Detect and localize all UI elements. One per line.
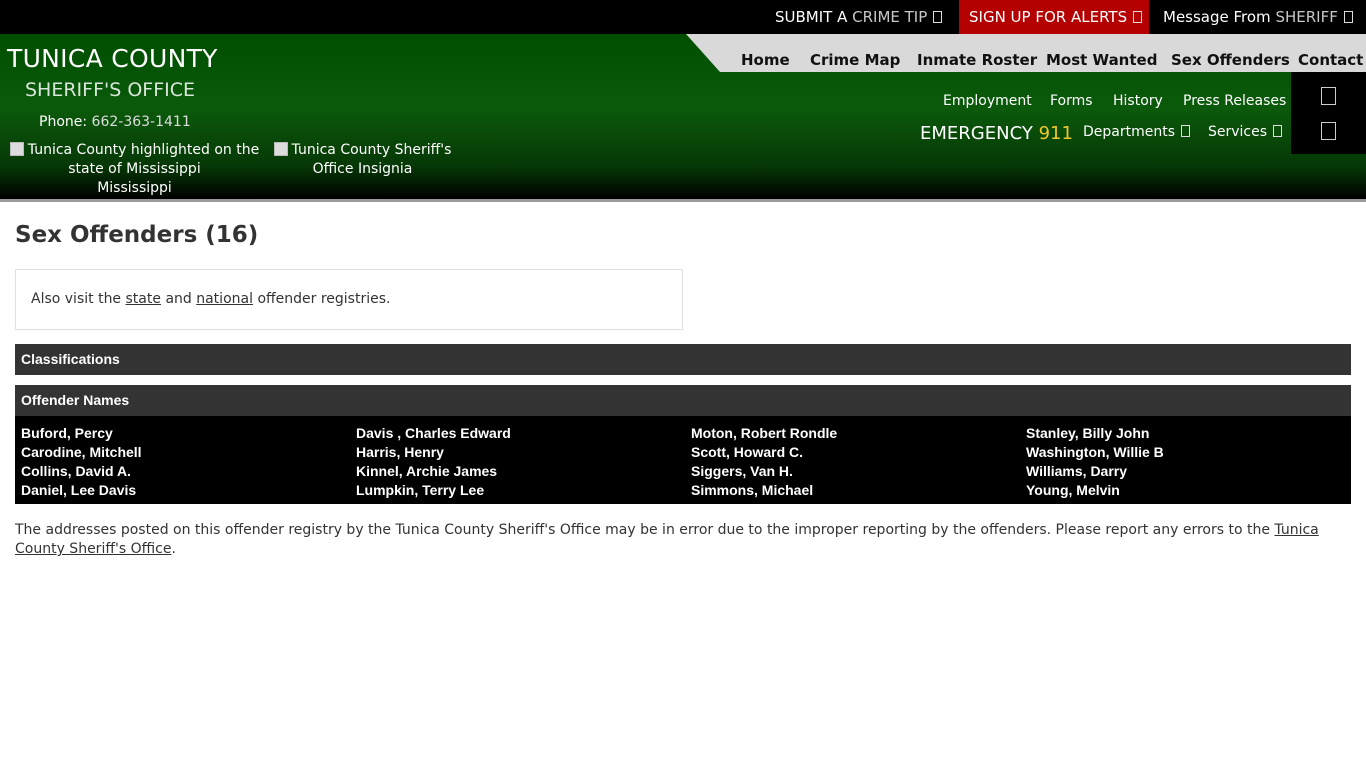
chevron-down-icon — [1181, 125, 1191, 137]
visit-text-and: and — [165, 291, 192, 307]
names-column: Stanley, Billy John Washington, Willie B… — [1026, 424, 1164, 500]
visit-text-post: offender registries. — [257, 291, 391, 307]
phone-number-link[interactable]: 662-363-1411 — [92, 114, 191, 130]
alerts-label: SIGN UP FOR ALERTS — [969, 8, 1128, 26]
chevron-down-icon — [1343, 11, 1353, 23]
nav-inmate-roster[interactable]: Inmate Roster — [917, 51, 1037, 69]
emergency-label: EMERGENCY — [920, 123, 1033, 144]
nav-contact[interactable]: Contact — [1298, 51, 1363, 69]
classifications-header[interactable]: Classifications — [15, 344, 1351, 375]
site-subtitle[interactable]: SHERIFF'S OFFICE — [25, 79, 195, 101]
departments-label: Departments — [1083, 124, 1176, 140]
offender-names-header: Offender Names — [15, 385, 1351, 416]
offender-link[interactable]: Buford, Percy — [21, 424, 142, 443]
offender-names-list: Buford, Percy Carodine, Mitchell Collins… — [15, 416, 1351, 504]
offender-link[interactable]: Daniel, Lee Davis — [21, 481, 142, 500]
state-map-image: Tunica County highlighted on the state o… — [7, 141, 262, 198]
offender-link[interactable]: Siggers, Van H. — [691, 462, 837, 481]
social-icon[interactable] — [1321, 87, 1336, 105]
subnav-press-releases[interactable]: Press Releases — [1183, 93, 1286, 109]
phone-label: Phone: — [39, 114, 88, 130]
nav-sex-offenders[interactable]: Sex Offenders — [1171, 51, 1290, 69]
names-column: Moton, Robert Rondle Scott, Howard C. Si… — [691, 424, 837, 500]
registry-notice-box: Also visit the state and national offend… — [15, 269, 683, 330]
offender-link[interactable]: Kinnel, Archie James — [356, 462, 511, 481]
offender-link[interactable]: Young, Melvin — [1026, 481, 1164, 500]
site-title[interactable]: TUNICA COUNTY — [7, 44, 218, 73]
phone-info: Phone: 662-363-1411 — [39, 114, 191, 130]
emergency-number[interactable]: EMERGENCY 911 — [920, 123, 1073, 144]
state-map-alt: Tunica County highlighted on the state o… — [27, 142, 260, 177]
offender-link[interactable]: Carodine, Mitchell — [21, 443, 142, 462]
page-title: Sex Offenders (16) — [15, 222, 259, 248]
visit-text-pre: Also visit the — [31, 291, 122, 307]
chevron-down-icon — [933, 11, 943, 23]
nav-crime-map[interactable]: Crime Map — [810, 51, 900, 69]
national-registry-link[interactable]: national — [196, 291, 253, 307]
subnav-history[interactable]: History — [1113, 93, 1163, 109]
submit-label: SUBMIT A — [775, 8, 848, 26]
state-registry-link[interactable]: state — [126, 291, 161, 307]
submit-crime-tip-link[interactable]: SUBMIT A CRIME TIP — [775, 0, 943, 34]
social-icon[interactable] — [1321, 122, 1336, 140]
message-label: Message From — [1163, 8, 1271, 26]
sign-up-alerts-link[interactable]: SIGN UP FOR ALERTS — [959, 0, 1149, 34]
social-button-panel — [1291, 72, 1366, 154]
nav-most-wanted[interactable]: Most Wanted — [1046, 51, 1157, 69]
subnav-employment[interactable]: Employment — [943, 93, 1032, 109]
top-utility-bar: SUBMIT A CRIME TIP SIGN UP FOR ALERTS Me… — [0, 0, 1366, 34]
names-column: Davis , Charles Edward Harris, Henry Kin… — [356, 424, 511, 500]
offender-link[interactable]: Lumpkin, Terry Lee — [356, 481, 511, 500]
emergency-911: 911 — [1038, 123, 1073, 144]
chevron-down-icon — [1133, 11, 1143, 23]
header-divider — [0, 199, 1366, 202]
chevron-down-icon — [1273, 125, 1283, 137]
disclaimer-text: The addresses posted on this offender re… — [15, 521, 1351, 559]
offender-link[interactable]: Moton, Robert Rondle — [691, 424, 837, 443]
insignia-image: Tunica County Sheriff's Office Insignia — [270, 141, 455, 179]
offender-link[interactable]: Stanley, Billy John — [1026, 424, 1164, 443]
offender-link[interactable]: Scott, Howard C. — [691, 443, 837, 462]
sheriff-label: SHERIFF — [1275, 8, 1338, 26]
offender-link[interactable]: Collins, David A. — [21, 462, 142, 481]
disclaimer-body: The addresses posted on this offender re… — [15, 522, 1270, 538]
services-label: Services — [1208, 124, 1268, 140]
subnav-services[interactable]: Services — [1208, 124, 1283, 140]
disclaimer-end: . — [171, 541, 176, 557]
offender-link[interactable]: Washington, Willie B — [1026, 443, 1164, 462]
offender-link[interactable]: Simmons, Michael — [691, 481, 837, 500]
message-from-sheriff-link[interactable]: Message From SHERIFF — [1163, 0, 1353, 34]
subnav-departments[interactable]: Departments — [1083, 124, 1191, 140]
site-header: TUNICA COUNTY SHERIFF'S OFFICE Phone: 66… — [0, 34, 1366, 199]
crime-tip-label: CRIME TIP — [852, 8, 928, 26]
broken-image-icon — [273, 142, 288, 156]
nav-home[interactable]: Home — [741, 51, 790, 69]
offender-link[interactable]: Williams, Darry — [1026, 462, 1164, 481]
offender-link[interactable]: Davis , Charles Edward — [356, 424, 511, 443]
subnav-forms[interactable]: Forms — [1050, 93, 1093, 109]
offender-link[interactable]: Harris, Henry — [356, 443, 511, 462]
state-map-caption: Mississippi — [97, 180, 172, 196]
names-column: Buford, Percy Carodine, Mitchell Collins… — [21, 424, 142, 500]
insignia-alt: Tunica County Sheriff's Office Insignia — [291, 142, 452, 177]
broken-image-icon — [9, 142, 24, 156]
